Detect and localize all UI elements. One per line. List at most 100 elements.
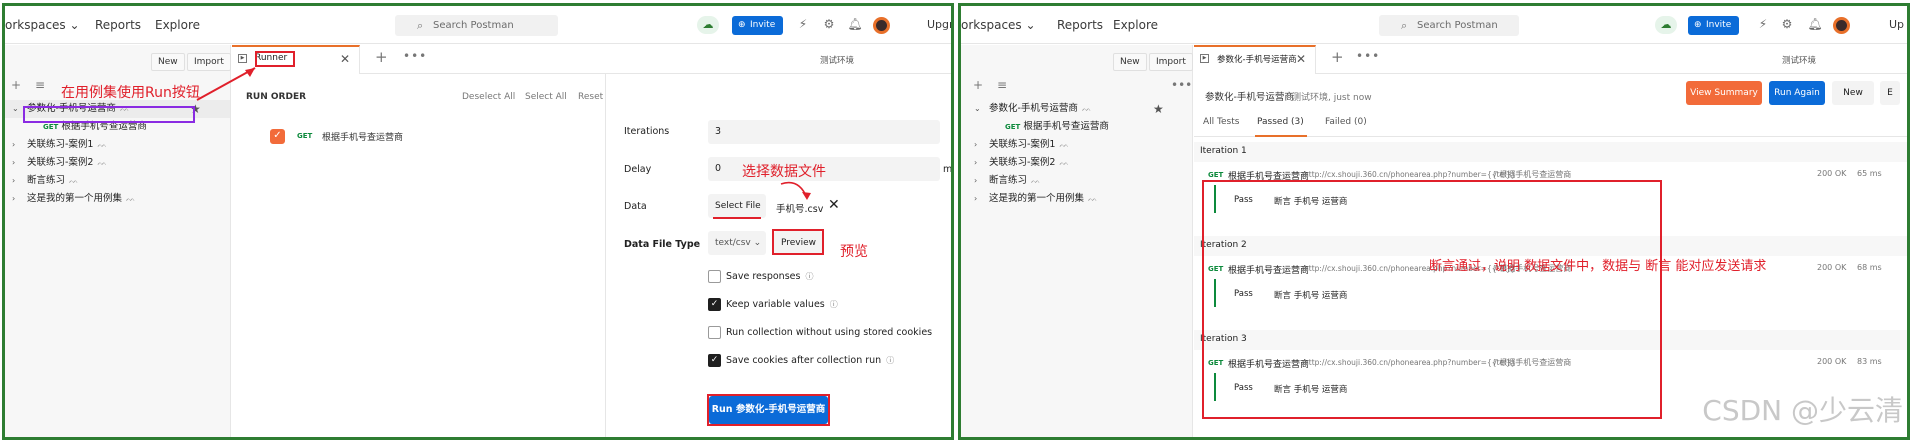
collection-item[interactable]: › 关联练习-案例1 ᨓ bbox=[961, 136, 1192, 154]
close-icon[interactable]: ✕ bbox=[340, 52, 350, 66]
tab-all-tests[interactable]: All Tests bbox=[1203, 117, 1239, 127]
collection-item[interactable]: › 关联练习-案例2 ᨓ bbox=[961, 154, 1192, 172]
run-collection-name: 参数化-手机号运营商 bbox=[1205, 92, 1294, 103]
request-checkbox[interactable]: ✓ bbox=[270, 129, 285, 144]
run-button-highlight-box bbox=[707, 394, 830, 426]
iterations-label: Iterations bbox=[624, 126, 670, 137]
delay-label: Delay bbox=[624, 164, 652, 175]
export-button[interactable]: E bbox=[1880, 81, 1900, 105]
top-bar: orkspaces ⌄ Reports Explore ⌕ Search Pos… bbox=[5, 6, 951, 44]
chevron-right-icon: › bbox=[12, 140, 16, 149]
reports-link[interactable]: Reports bbox=[1057, 18, 1103, 32]
explore-link[interactable]: Explore bbox=[1113, 18, 1158, 32]
run-without-cookies-checkbox[interactable] bbox=[708, 326, 721, 339]
new-tab-icon[interactable]: + bbox=[1331, 48, 1344, 66]
view-summary-button[interactable]: View Summary bbox=[1686, 81, 1762, 105]
remove-file-icon[interactable]: ✕ bbox=[828, 197, 840, 213]
filter-icon[interactable]: ≡ bbox=[35, 78, 45, 92]
upgrade-button[interactable]: Upgra bbox=[927, 18, 951, 31]
avatar[interactable] bbox=[873, 17, 890, 34]
sidebar-toolbar: + ≡ ••• bbox=[961, 72, 1192, 100]
search-input[interactable]: ⌕ Search Postman bbox=[395, 15, 558, 36]
collection-item[interactable]: › 关联练习-案例2 ᨓ bbox=[5, 154, 230, 172]
filter-icon[interactable]: ≡ bbox=[997, 78, 1007, 92]
preview-highlight-box bbox=[772, 229, 824, 255]
save-responses-label: Save responses ⓘ bbox=[726, 271, 814, 282]
workspaces-menu[interactable]: orkspaces ⌄ bbox=[961, 18, 1036, 32]
invite-button[interactable]: ⊕ Invite bbox=[1688, 16, 1740, 35]
select-file-button[interactable]: Select File bbox=[708, 194, 766, 218]
collection-item[interactable]: › 断言练习 ᨓ bbox=[5, 172, 230, 190]
collection-item[interactable]: › 这是我的第一个用例集 ᨓ bbox=[5, 190, 230, 208]
close-icon[interactable]: ✕ bbox=[1296, 52, 1306, 66]
shared-icon: ᨓ bbox=[1081, 104, 1092, 113]
chevron-down-icon: ⌄ bbox=[1025, 18, 1036, 32]
top-bar: orkspaces ⌄ Reports Explore ⌕ Search Pos… bbox=[961, 6, 1907, 44]
environment-selector[interactable]: 测试环境 bbox=[820, 54, 854, 66]
keep-variable-values-checkbox[interactable]: ✓ bbox=[708, 298, 721, 311]
request-name: 根据手机号查运营商 bbox=[322, 133, 404, 143]
bell-icon[interactable]: 🔔︎ bbox=[1807, 17, 1823, 31]
data-file-type-select[interactable]: text/csv ⌄ bbox=[708, 231, 766, 255]
search-input[interactable]: ⌕ Search Postman bbox=[1379, 15, 1519, 36]
collection-item[interactable]: › 关联练习-案例1 ᨓ bbox=[5, 136, 230, 154]
more-icon[interactable]: ••• bbox=[1171, 78, 1192, 92]
save-responses-checkbox[interactable] bbox=[708, 270, 721, 283]
run-again-button[interactable]: Run Again bbox=[1769, 81, 1825, 105]
run-hint-annotation: 在用例集使用Run按钮 bbox=[61, 85, 200, 101]
chevron-right-icon: › bbox=[12, 158, 16, 167]
new-tab-icon[interactable]: + bbox=[375, 48, 388, 66]
runner-highlight-box bbox=[255, 51, 295, 67]
tab-run-results[interactable]: ▶ 参数化-手机号运营商 ✕ bbox=[1194, 45, 1316, 74]
workspaces-menu[interactable]: orkspaces ⌄ bbox=[5, 18, 80, 32]
more-icon[interactable]: ••• bbox=[1356, 49, 1380, 63]
add-icon[interactable]: + bbox=[973, 78, 983, 92]
gear-icon[interactable]: ⚙ bbox=[1779, 17, 1795, 31]
collection-item[interactable]: › 这是我的第一个用例集 ᨓ bbox=[961, 190, 1192, 208]
new-button[interactable]: New bbox=[1113, 53, 1147, 71]
avatar[interactable] bbox=[1833, 17, 1850, 34]
collection-item[interactable]: ⌄ 参数化-手机号运营商 ᨓ ★ bbox=[961, 100, 1192, 118]
request-item[interactable]: GET 根据手机号查运营商 bbox=[961, 118, 1192, 136]
satellite-icon[interactable]: ⚡ bbox=[795, 17, 811, 31]
satellite-icon[interactable]: ⚡ bbox=[1755, 17, 1771, 31]
reports-link[interactable]: Reports bbox=[95, 18, 141, 32]
invite-button[interactable]: ⊕ Invite bbox=[732, 16, 784, 35]
add-icon[interactable]: + bbox=[11, 78, 21, 92]
upgrade-button[interactable]: Up bbox=[1889, 18, 1904, 31]
more-icon[interactable]: ••• bbox=[403, 49, 427, 63]
shared-icon: ᨓ bbox=[1088, 194, 1098, 203]
tab-passed[interactable]: Passed (3) bbox=[1257, 117, 1304, 127]
iterations-input[interactable]: 3 bbox=[708, 120, 940, 144]
chevron-right-icon: › bbox=[974, 176, 978, 185]
run-order-title: RUN ORDER bbox=[246, 92, 307, 102]
reset-link[interactable]: Reset bbox=[578, 92, 603, 102]
keep-variable-values-label: Keep variable values ⓘ bbox=[726, 299, 838, 310]
search-icon: ⌕ bbox=[1401, 19, 1408, 32]
chevron-right-icon: › bbox=[974, 140, 978, 149]
shared-icon: ᨓ bbox=[1059, 140, 1070, 149]
sync-status-icon[interactable]: ☁ bbox=[1655, 16, 1677, 34]
collection-item[interactable]: › 断言练习 ᨓ bbox=[961, 172, 1192, 190]
import-button[interactable]: Import bbox=[1149, 53, 1193, 71]
right-screenshot-panel: orkspaces ⌄ Reports Explore ⌕ Search Pos… bbox=[958, 3, 1910, 440]
chevron-right-icon: › bbox=[974, 158, 978, 167]
environment-selector[interactable]: 测试环境 bbox=[1782, 54, 1816, 66]
gear-icon[interactable]: ⚙ bbox=[821, 17, 837, 31]
delay-unit: m bbox=[943, 164, 953, 175]
chevron-down-icon: ⌄ bbox=[974, 104, 981, 113]
explore-link[interactable]: Explore bbox=[155, 18, 200, 32]
star-icon[interactable]: ★ bbox=[1153, 100, 1164, 118]
run-without-cookies-label: Run collection without using stored cook… bbox=[726, 327, 933, 338]
sync-status-icon[interactable]: ☁ bbox=[697, 16, 719, 34]
new-button[interactable]: New bbox=[151, 53, 185, 71]
request-method: GET bbox=[297, 132, 313, 140]
save-cookies-checkbox[interactable]: ✓ bbox=[708, 354, 721, 367]
shared-icon: ᨓ bbox=[69, 176, 79, 185]
deselect-all-link[interactable]: Deselect All bbox=[462, 92, 515, 102]
bell-icon[interactable]: 🔔︎ bbox=[847, 17, 863, 31]
new-run-button[interactable]: New bbox=[1832, 81, 1874, 105]
tab-failed[interactable]: Failed (0) bbox=[1325, 117, 1367, 127]
select-all-link[interactable]: Select All bbox=[525, 92, 567, 102]
add-user-icon: ⊕ bbox=[738, 20, 746, 30]
